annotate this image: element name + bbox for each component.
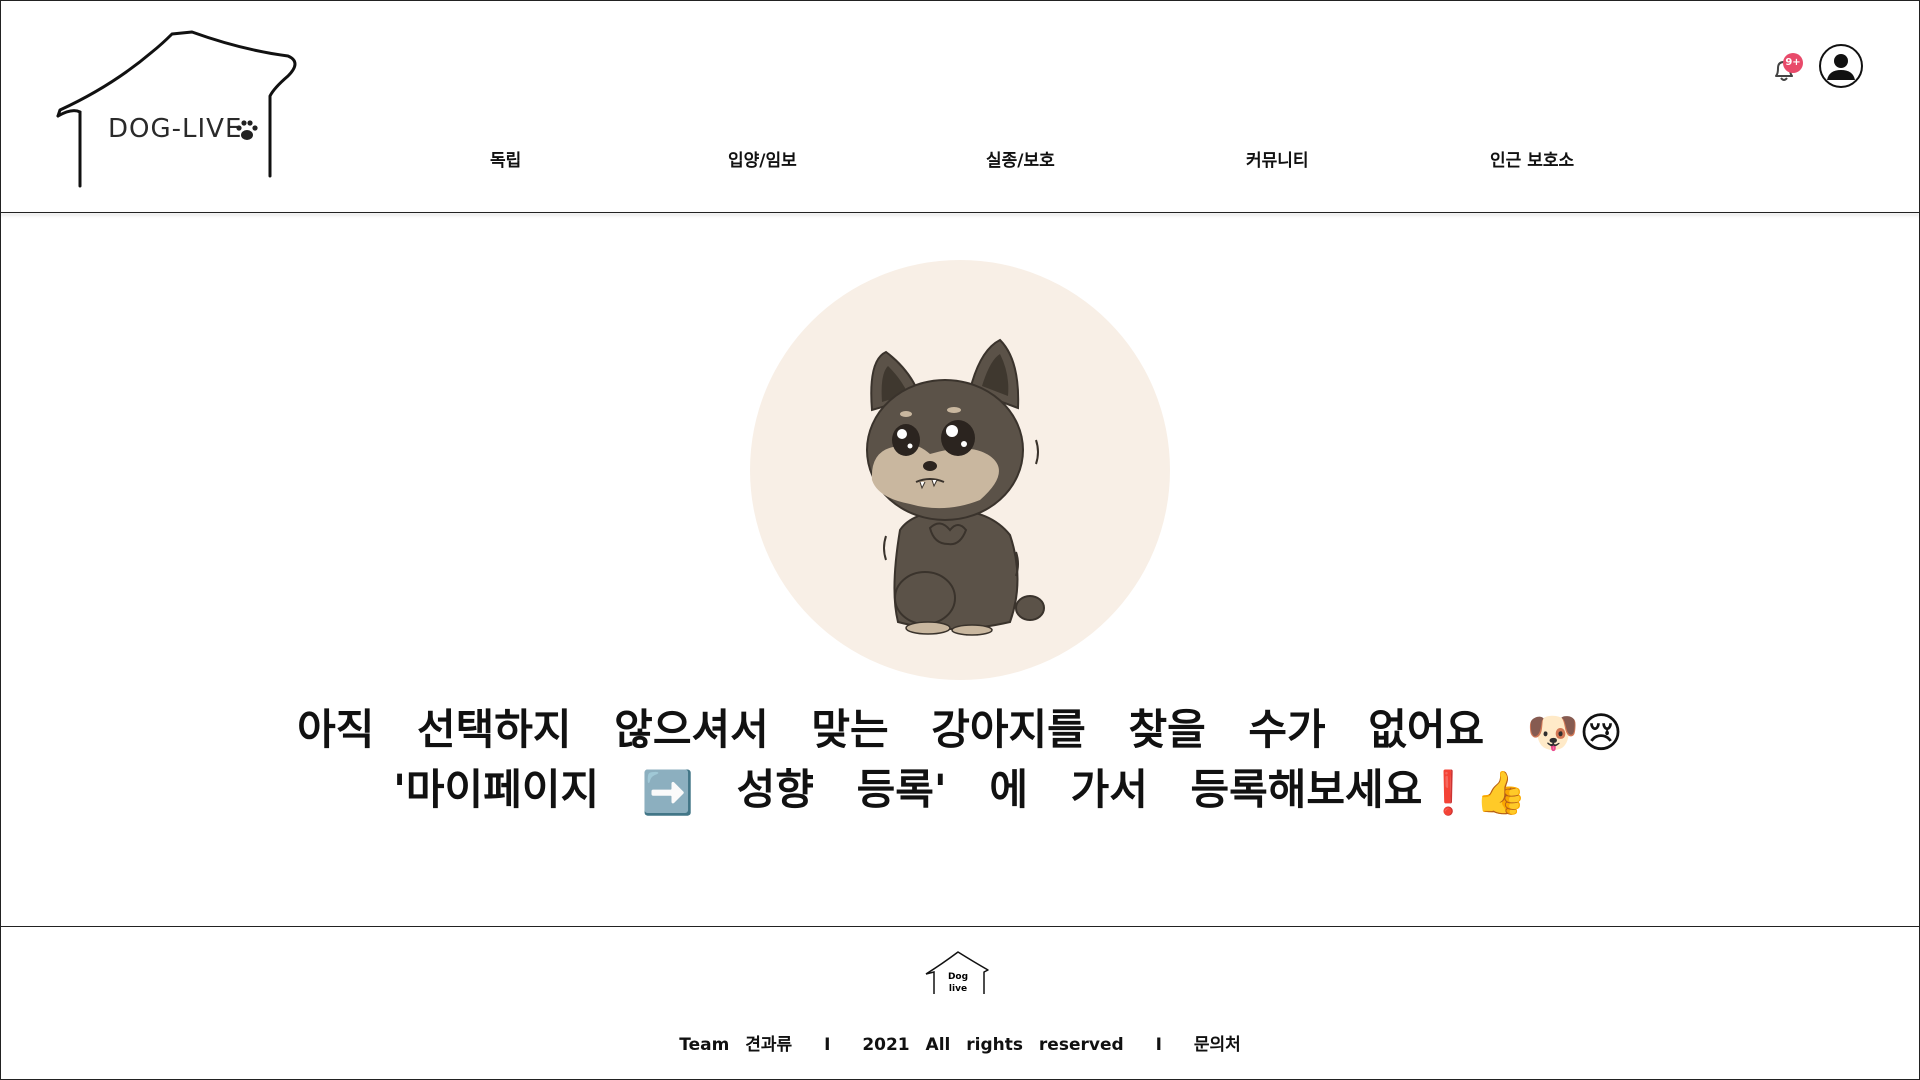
nav-nearby-shelter[interactable]: 인근 보호소	[1490, 146, 1574, 171]
main-nav: 독립 입양/임보 실종/보호 커뮤니티 인근 보호소	[0, 146, 1920, 176]
header: DOG-LIVE 독립 입양/임보 실종/보호 커뮤니티 인근 보호소 9+	[0, 0, 1920, 212]
empty-state-message-line2: '마이페이지 ➡️ 성향 등록' 에 가서 등록해보세요❗👍	[0, 756, 1920, 818]
user-icon	[1827, 54, 1855, 80]
notification-badge: 9+	[1783, 53, 1803, 73]
footer-divider	[0, 926, 1920, 927]
sad-puppy-illustration	[866, 338, 1045, 636]
message-text-1: 아직 선택하지 않으셔서 맞는 강아지를 찾을 수가 없어요	[297, 705, 1485, 754]
message-text-2: 성향 등록' 에 가서 등록해보세요	[736, 765, 1423, 814]
footer-team: Team 견과류	[679, 1035, 793, 1055]
crying-face-emoji-icon: 😢	[1579, 708, 1623, 757]
nav-adoption[interactable]: 입양/임보	[728, 146, 797, 171]
exclamation-emoji-icon: ❗	[1422, 767, 1475, 817]
puppy-emoji-icon: 🐶	[1526, 707, 1580, 757]
footer-text: Team 견과류 I 2021 All rights reserved I 문의…	[0, 1030, 1920, 1055]
empty-state-message-line1: 아직 선택하지 않으셔서 맞는 강아지를 찾을 수가 없어요 🐶😢	[0, 696, 1920, 758]
nav-missing[interactable]: 실종/보호	[986, 146, 1055, 171]
footer-logo-text-bottom: live	[949, 984, 967, 994]
nav-community[interactable]: 커뮤니티	[1246, 146, 1309, 171]
header-divider	[0, 212, 1920, 213]
footer-logo[interactable]: Dog live	[922, 950, 992, 998]
user-avatar[interactable]	[1819, 44, 1863, 88]
footer-copyright: 2021 All rights reserved	[862, 1035, 1124, 1055]
footer-separator: I	[824, 1035, 831, 1055]
footer-inquiry-link[interactable]: 문의처	[1194, 1035, 1241, 1055]
footer-logo-text-top: Dog	[948, 972, 968, 982]
thumbs-up-emoji-icon: 👍	[1474, 767, 1527, 817]
right-arrow-emoji-icon: ➡️	[641, 767, 695, 817]
mypage-link-text: '마이페이지	[393, 765, 600, 814]
paw-icon	[236, 120, 258, 140]
logo-text: DOG-LIVE	[108, 114, 243, 144]
nav-independence[interactable]: 독립	[490, 146, 521, 171]
footer-separator: I	[1155, 1035, 1162, 1055]
